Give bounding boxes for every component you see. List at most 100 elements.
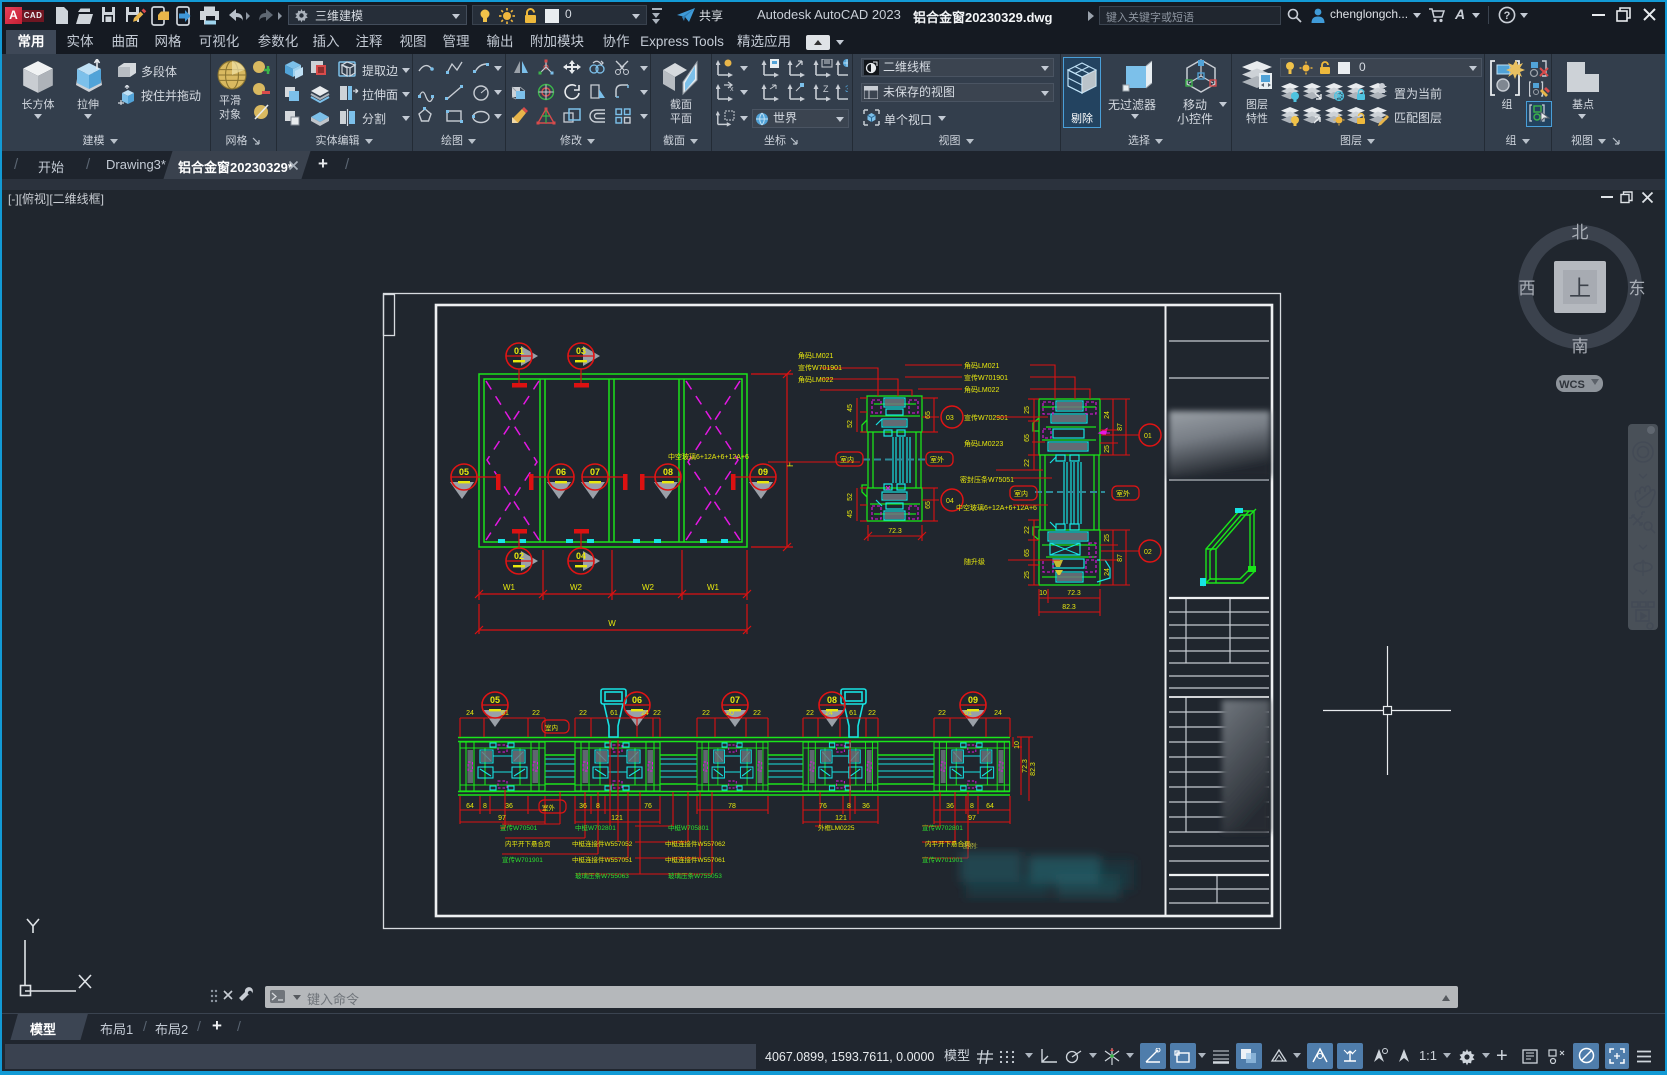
svg-text:08: 08 [663, 467, 673, 477]
svg-text:W1: W1 [707, 583, 720, 592]
svg-text:中空玻璃6+12A+6+12A+6: 中空玻璃6+12A+6+12A+6 [668, 452, 749, 461]
svg-text:8: 8 [970, 803, 974, 810]
svg-text:22: 22 [653, 710, 661, 717]
svg-text:8: 8 [847, 803, 851, 810]
svg-text:61: 61 [849, 710, 857, 717]
svg-text:07: 07 [730, 695, 740, 705]
svg-text:22: 22 [532, 710, 540, 717]
svg-text:22: 22 [806, 710, 814, 717]
svg-text:09: 09 [968, 695, 978, 705]
svg-text:08: 08 [827, 695, 837, 705]
svg-text:WCS: WCS [1559, 379, 1585, 391]
svg-text:玻璃压条W755053: 玻璃压条W755053 [668, 871, 722, 880]
svg-text:78: 78 [728, 803, 736, 810]
svg-text:06: 06 [556, 467, 566, 477]
svg-text:西: 西 [1519, 279, 1536, 298]
svg-text:22: 22 [1024, 459, 1031, 467]
svg-text:图例:: 图例: [963, 841, 978, 850]
svg-text:61: 61 [610, 710, 618, 717]
svg-text:01: 01 [1144, 433, 1152, 440]
svg-text:室外: 室外 [1116, 489, 1130, 498]
svg-text:24: 24 [825, 710, 833, 717]
svg-text:东: 东 [1629, 279, 1646, 298]
svg-text:10: 10 [1014, 741, 1021, 749]
svg-text:中梃连接件W557061: 中梃连接件W557061 [665, 855, 726, 864]
svg-text:97: 97 [498, 815, 506, 822]
svg-text:8: 8 [483, 803, 487, 810]
svg-text:10: 10 [1039, 590, 1047, 597]
svg-text:04: 04 [946, 498, 954, 505]
svg-text:外框LM0225: 外框LM0225 [818, 823, 855, 832]
svg-text:25: 25 [1024, 406, 1031, 414]
svg-text:65: 65 [1024, 549, 1031, 557]
svg-text:北: 北 [1572, 223, 1589, 242]
svg-text:04: 04 [576, 551, 586, 561]
svg-text:中梃W705801: 中梃W705801 [668, 823, 709, 832]
svg-text:52: 52 [847, 420, 854, 428]
svg-text:97: 97 [968, 815, 976, 822]
svg-text:64: 64 [986, 803, 994, 810]
svg-text:宣传W701901: 宣传W701901 [798, 363, 842, 372]
svg-text:06: 06 [632, 695, 642, 705]
svg-text:36: 36 [946, 803, 954, 810]
svg-text:72.3: 72.3 [1067, 590, 1081, 597]
svg-text:宣传W701901: 宣传W701901 [922, 855, 963, 864]
svg-text:72.3: 72.3 [1022, 759, 1029, 773]
svg-text:65: 65 [1024, 434, 1031, 442]
svg-text:中梃连接件W557052: 中梃连接件W557052 [572, 839, 633, 848]
svg-text:上: 上 [1569, 276, 1591, 301]
svg-text:W2: W2 [642, 583, 655, 592]
svg-text:72.3: 72.3 [888, 528, 902, 535]
svg-text:36: 36 [579, 803, 587, 810]
svg-text:61: 61 [964, 710, 972, 717]
svg-text:宣传W702801: 宣传W702801 [922, 823, 963, 832]
svg-text:03: 03 [576, 346, 586, 356]
svg-text:36: 36 [862, 803, 870, 810]
svg-text:24: 24 [466, 710, 474, 717]
svg-text:22: 22 [938, 710, 946, 717]
svg-text:65: 65 [925, 411, 932, 419]
svg-text:角码LM021: 角码LM021 [964, 361, 1000, 370]
svg-text:中梃W702801: 中梃W702801 [575, 823, 616, 832]
svg-text:室内: 室内 [545, 723, 558, 732]
svg-text:02: 02 [514, 551, 524, 561]
svg-text:03: 03 [946, 415, 954, 422]
svg-text:45: 45 [847, 404, 854, 412]
svg-text:W1: W1 [503, 583, 516, 592]
svg-text:25: 25 [1104, 534, 1111, 542]
svg-text:65: 65 [925, 501, 932, 509]
svg-text:室内: 室内 [1014, 489, 1028, 498]
svg-text:02: 02 [1144, 549, 1152, 556]
svg-text:宣传W701901: 宣传W701901 [964, 373, 1008, 382]
svg-text:内平开下悬合页: 内平开下悬合页 [505, 839, 551, 848]
svg-text:24: 24 [1104, 411, 1111, 419]
svg-text:09: 09 [758, 467, 768, 477]
svg-text:24: 24 [641, 710, 649, 717]
svg-text:87: 87 [1117, 423, 1124, 431]
svg-text:121: 121 [835, 815, 847, 822]
svg-text:22: 22 [1024, 526, 1031, 534]
svg-text:82.3: 82.3 [1030, 762, 1037, 776]
svg-text:W: W [608, 619, 616, 628]
svg-text:45: 45 [847, 510, 854, 518]
svg-text:宣传W701901: 宣传W701901 [502, 855, 543, 864]
svg-text:角码LM022: 角码LM022 [964, 385, 1000, 394]
svg-text:22: 22 [702, 710, 710, 717]
svg-text:中梃连接件W557051: 中梃连接件W557051 [572, 855, 633, 864]
svg-text:中梃连接件W557062: 中梃连接件W557062 [665, 839, 726, 848]
svg-text:07: 07 [590, 467, 600, 477]
svg-text:121: 121 [611, 815, 623, 822]
svg-text:W2: W2 [570, 583, 583, 592]
svg-text:36: 36 [505, 803, 513, 810]
svg-text:64: 64 [466, 803, 474, 810]
svg-text:76: 76 [644, 803, 652, 810]
svg-text:室内: 室内 [840, 455, 854, 464]
svg-text:室外: 室外 [542, 803, 556, 812]
svg-text:22: 22 [753, 710, 761, 717]
svg-text:22: 22 [579, 710, 587, 717]
svg-text:角码LM0223: 角码LM0223 [964, 439, 1003, 448]
svg-text:南: 南 [1572, 337, 1589, 356]
svg-text:24: 24 [1104, 568, 1111, 576]
svg-text:角码LM021: 角码LM021 [798, 351, 834, 360]
svg-text:室外: 室外 [930, 455, 944, 464]
